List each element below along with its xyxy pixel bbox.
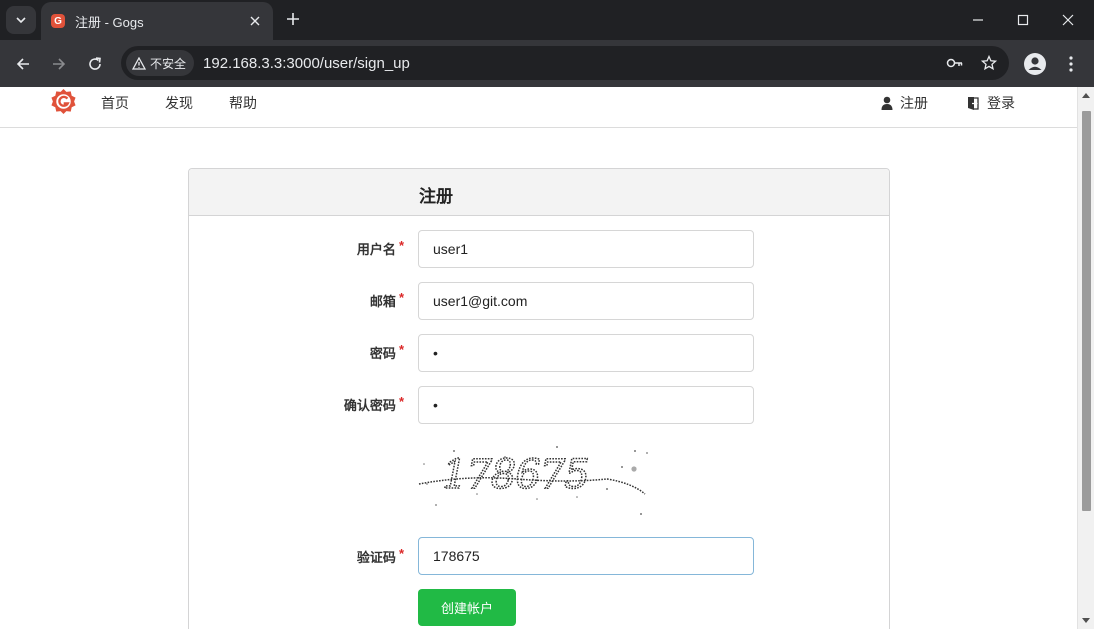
login-label: 登录: [987, 95, 1015, 111]
browser-toolbar: 不安全 192.168.3.3:3000/user/sign_up: [0, 40, 1094, 87]
person-icon: [1024, 53, 1046, 75]
plus-icon: [287, 13, 299, 25]
page-scrollbar[interactable]: [1077, 87, 1094, 629]
sign-in-icon: [968, 96, 979, 110]
security-label: 不安全: [150, 56, 187, 71]
site-header: 首页 发现 帮助 注册 登录: [0, 87, 1077, 128]
back-button[interactable]: [9, 50, 37, 78]
minimize-window-button[interactable]: [956, 4, 1000, 36]
required-marker: *: [398, 394, 404, 409]
new-tab-button[interactable]: [282, 8, 304, 30]
close-icon: [1062, 14, 1074, 26]
address-bar[interactable]: 不安全 192.168.3.3:3000/user/sign_up: [121, 46, 1009, 80]
create-account-button[interactable]: 创建帐户: [418, 589, 516, 626]
minimize-icon: [973, 19, 983, 21]
nav-explore-link[interactable]: 发现: [165, 93, 193, 113]
browser-menu-button[interactable]: [1059, 50, 1083, 78]
forward-button[interactable]: [45, 50, 73, 78]
nav-login-link[interactable]: 登录: [967, 93, 1015, 113]
required-marker: *: [398, 546, 404, 561]
captcha-label: 验证码 *: [356, 546, 404, 565]
username-label: 用户名 *: [356, 238, 404, 257]
scrollbar-thumb[interactable]: [1082, 111, 1091, 511]
register-label: 注册: [900, 95, 928, 111]
scroll-up-arrow-icon[interactable]: [1078, 87, 1094, 103]
email-label: 邮箱 *: [369, 290, 404, 309]
required-marker: *: [398, 238, 404, 253]
reload-button[interactable]: [81, 50, 109, 78]
user-icon: [881, 96, 893, 110]
required-marker: *: [398, 290, 404, 305]
arrow-left-icon: [16, 58, 29, 70]
tab-title: 注册 - Gogs: [75, 14, 144, 30]
reload-icon: [89, 57, 101, 70]
warning-triangle-icon: [132, 56, 146, 70]
captcha-field[interactable]: [418, 537, 754, 575]
password-label: 密码 *: [369, 342, 404, 361]
form-header: 注册: [189, 169, 889, 216]
site-security-chip[interactable]: 不安全: [126, 50, 195, 76]
maximize-window-button[interactable]: [1001, 4, 1045, 36]
more-vertical-icon: [1069, 56, 1073, 72]
confirm-password-label: 确认密码 *: [343, 394, 404, 413]
gogs-favicon-icon: G: [51, 14, 65, 28]
close-window-button[interactable]: [1046, 4, 1090, 36]
page-viewport: 首页 发现 帮助 注册 登录 注册 用户名* 邮箱* 密码* 确认密码*: [0, 87, 1094, 629]
nav-register-link[interactable]: 注册: [881, 93, 928, 113]
maximize-icon: [1017, 14, 1029, 26]
scroll-down-arrow-icon[interactable]: [1078, 613, 1094, 629]
captcha-image[interactable]: 178675: [417, 439, 653, 519]
arrow-right-icon: [53, 58, 66, 70]
tab-search-button[interactable]: [6, 6, 36, 34]
browser-tab[interactable]: G 注册 - Gogs: [41, 2, 273, 40]
username-field[interactable]: [418, 230, 754, 268]
form-title: 注册: [419, 187, 453, 206]
chevron-down-icon: [16, 17, 26, 24]
nav-help-link[interactable]: 帮助: [229, 93, 257, 113]
email-field[interactable]: [418, 282, 754, 320]
password-key-icon[interactable]: [941, 49, 969, 77]
gogs-logo-icon[interactable]: [50, 88, 77, 115]
bookmark-star-icon[interactable]: [975, 49, 1003, 77]
close-tab-icon[interactable]: [247, 13, 263, 29]
captcha-text: 178675: [442, 452, 589, 498]
required-marker: *: [398, 342, 404, 357]
profile-button[interactable]: [1021, 50, 1049, 78]
nav-home-link[interactable]: 首页: [101, 93, 129, 113]
tab-strip: G 注册 - Gogs: [0, 0, 1094, 40]
confirm-password-field[interactable]: [418, 386, 754, 424]
sign-up-form: 注册 用户名* 邮箱* 密码* 确认密码* 178675 验证码* 创建帐户: [188, 168, 890, 629]
password-field[interactable]: [418, 334, 754, 372]
url-text[interactable]: 192.168.3.3:3000/user/sign_up: [203, 55, 941, 72]
